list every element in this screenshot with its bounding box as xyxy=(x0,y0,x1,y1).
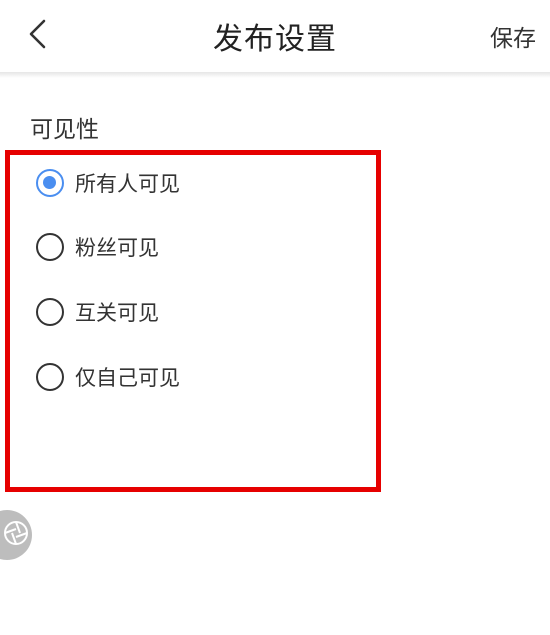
radio-only-me[interactable] xyxy=(36,363,64,391)
header-divider xyxy=(0,72,550,78)
option-mutual[interactable]: 互关可见 xyxy=(36,292,159,332)
option-label-only-me: 仅自己可见 xyxy=(75,366,180,390)
publish-settings-page: 发布设置 保存 可见性 所有人可见 粉丝可见 互关可见 仅自己可见 xyxy=(0,0,550,635)
header-bar: 发布设置 保存 xyxy=(0,0,550,72)
visibility-section-title: 可见性 xyxy=(30,117,99,143)
option-label-everyone: 所有人可见 xyxy=(75,172,180,196)
option-label-followers: 粉丝可见 xyxy=(75,236,159,260)
radio-mutual[interactable] xyxy=(36,298,64,326)
page-title: 发布设置 xyxy=(213,22,337,57)
save-button[interactable]: 保存 xyxy=(490,19,536,53)
option-everyone[interactable]: 所有人可见 xyxy=(36,163,180,203)
radio-everyone[interactable] xyxy=(36,169,64,197)
option-label-mutual: 互关可见 xyxy=(75,301,159,325)
floating-action-button[interactable] xyxy=(0,510,32,560)
option-only-me[interactable]: 仅自己可见 xyxy=(36,357,180,397)
radio-followers[interactable] xyxy=(36,233,64,261)
aperture-icon xyxy=(3,520,29,550)
option-followers[interactable]: 粉丝可见 xyxy=(36,227,159,267)
